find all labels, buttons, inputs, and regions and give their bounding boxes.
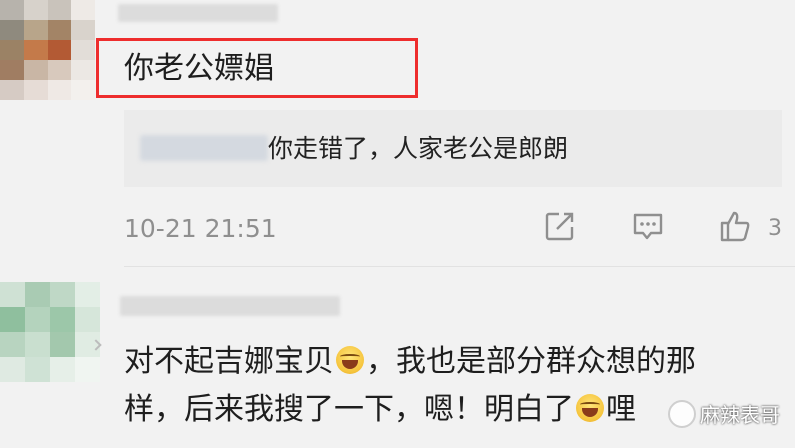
avatar-tile: [0, 80, 24, 100]
avatar-tile: [75, 307, 100, 332]
avatar-tile: [25, 307, 50, 332]
watermark-text: 麻辣表哥: [700, 403, 780, 427]
avatar-tile: [50, 357, 75, 382]
avatar-tile: [23, 20, 48, 40]
avatar-tile: [0, 60, 24, 80]
avatar-tile: [25, 357, 50, 382]
avatar-tile: [25, 332, 50, 357]
avatar[interactable]: [0, 282, 100, 382]
avatar-tile: [50, 307, 75, 332]
avatar-tile: [47, 80, 72, 100]
laughing-emoji-icon: [336, 346, 364, 374]
reply-username-blurred: [140, 135, 268, 161]
watermark-logo-icon: [668, 400, 696, 428]
avatar-tile: [25, 282, 50, 307]
avatar-tile: [23, 0, 48, 20]
comment-text: 对不起吉娜宝贝 ，我也是部分群众想的那: [124, 344, 696, 380]
avatar-tile: [71, 40, 95, 60]
avatar-tile: [71, 60, 95, 80]
username-blurred[interactable]: [118, 4, 278, 22]
laughing-emoji-icon: [576, 394, 604, 422]
avatar-tile: [50, 282, 75, 307]
avatar-tile: [47, 20, 72, 40]
avatar-tile: [47, 60, 72, 80]
comment-icon[interactable]: [631, 209, 665, 243]
avatar-tile: [71, 0, 95, 20]
avatar-tile: [0, 40, 24, 60]
comment-timestamp: 10-21 21:51: [124, 214, 277, 243]
avatar[interactable]: [0, 0, 95, 100]
avatar-tile: [47, 0, 72, 20]
divider: [124, 266, 795, 267]
avatar-tile: [23, 80, 48, 100]
avatar-tile: [0, 332, 25, 357]
avatar-tile: [0, 357, 25, 382]
avatar-tile: [0, 20, 24, 40]
avatar-tile: [50, 332, 75, 357]
thumbs-up-icon[interactable]: [718, 209, 752, 243]
avatar-tile: [23, 40, 48, 60]
comment-text-part: 对不起吉娜宝贝: [124, 344, 334, 379]
avatar-tile: [0, 0, 24, 20]
reply-text: 你走错了，人家老公是郎朗: [268, 134, 569, 163]
like-count: 3: [768, 216, 782, 241]
share-icon[interactable]: [543, 209, 577, 243]
comment-text-part: 样，后来我搜了一下，嗯！明白了: [124, 392, 574, 427]
comment-text: 样，后来我搜了一下，嗯！明白了哩: [124, 392, 636, 428]
comment-text-part: 哩: [606, 392, 636, 427]
avatar-tile: [0, 282, 25, 307]
avatar-tile: [23, 60, 48, 80]
avatar-tile: [47, 40, 72, 60]
avatar-tile: [71, 20, 95, 40]
avatar-tile: [75, 357, 100, 382]
avatar-tile: [0, 307, 25, 332]
avatar-tile: [75, 282, 100, 307]
username-blurred[interactable]: [120, 296, 340, 316]
comment-text-part: ，我也是部分群众想的那: [366, 344, 696, 379]
avatar-tile: [71, 80, 95, 100]
comment-text: 你老公嫖娼: [124, 51, 274, 86]
